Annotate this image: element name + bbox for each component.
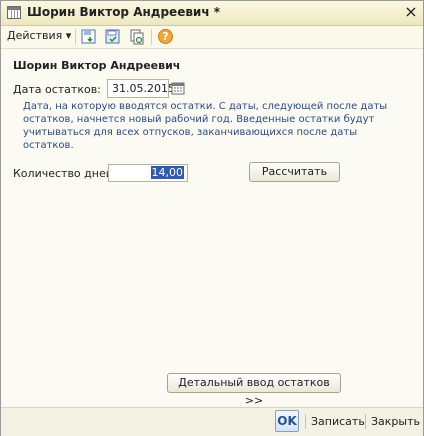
close-button[interactable]: Закрыть bbox=[371, 415, 420, 428]
calendar-icon[interactable] bbox=[171, 81, 185, 95]
toolbar-separator bbox=[75, 29, 76, 45]
footer-bar: OK Записать Закрыть bbox=[1, 407, 423, 436]
days-label: Количество дней: bbox=[13, 167, 117, 180]
help-icon[interactable]: ? bbox=[158, 29, 173, 44]
window-title: Шорин Виктор Андреевич * bbox=[27, 5, 221, 19]
close-icon[interactable]: × bbox=[403, 4, 419, 20]
toolbar-separator bbox=[151, 29, 152, 45]
employee-name-heading: Шорин Виктор Андреевич bbox=[13, 59, 181, 72]
detail-entry-button[interactable]: Детальный ввод остатков >> bbox=[167, 373, 341, 407]
actions-menu[interactable]: Действия ▾ bbox=[7, 29, 71, 42]
save-button[interactable]: Записать bbox=[311, 415, 365, 428]
title-bar[interactable]: Шорин Виктор Андреевич * × bbox=[1, 1, 423, 26]
footer-separator bbox=[305, 414, 306, 429]
form-icon bbox=[7, 6, 21, 19]
date-info-text: Дата, на которую вводятся остатки. С дат… bbox=[23, 101, 388, 151]
ok-button[interactable]: OK bbox=[275, 410, 299, 432]
save-icon[interactable] bbox=[105, 29, 122, 45]
copy-icon[interactable] bbox=[129, 29, 146, 45]
dialog-window: Шорин Виктор Андреевич * × Действия ▾ ? … bbox=[0, 0, 424, 436]
date-label: Дата остатков: bbox=[13, 83, 101, 96]
days-value: 14,00 bbox=[150, 166, 184, 179]
calculate-button[interactable]: Рассчитать bbox=[249, 162, 340, 182]
footer-separator bbox=[365, 414, 366, 429]
save-close-icon[interactable] bbox=[81, 29, 98, 45]
toolbar: Действия ▾ ? bbox=[1, 26, 423, 49]
date-field[interactable]: 31.05.2015 bbox=[107, 79, 175, 98]
days-field[interactable]: 14,00 bbox=[108, 164, 188, 182]
